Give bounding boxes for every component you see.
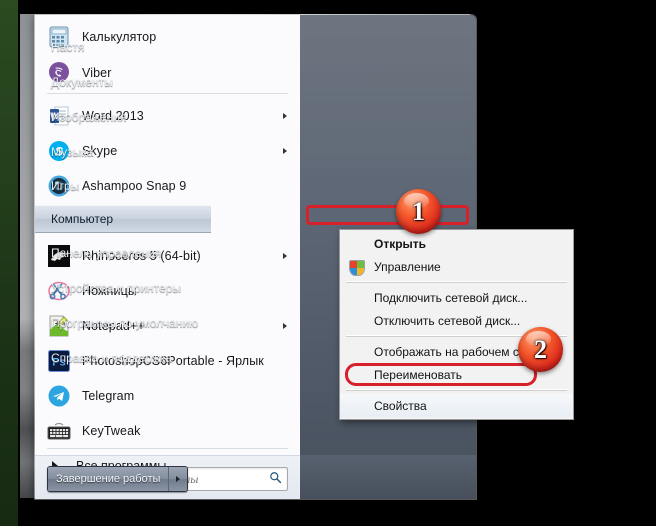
computer-context-menu: Открыть Управление Подключить сетевой ди…: [339, 229, 574, 420]
no-icon: [348, 313, 366, 329]
right-item-pictures[interactable]: Изображения: [35, 101, 211, 132]
no-icon: [348, 344, 366, 360]
program-item-telegram[interactable]: Telegram: [35, 378, 300, 413]
chevron-right-icon: [176, 476, 181, 482]
shutdown-options-arrow[interactable]: [168, 467, 188, 491]
right-item-label: Устройства и принтеры: [51, 280, 181, 295]
context-item-label: Свойства: [374, 398, 427, 413]
badge-number: 2: [534, 334, 547, 364]
right-item-user[interactable]: Настя: [35, 31, 211, 62]
context-item-label: Открыть: [374, 236, 427, 251]
context-item-open[interactable]: Открыть: [340, 232, 573, 255]
context-menu-separator: [346, 281, 567, 283]
all-programs-separator: [47, 448, 288, 449]
start-menu-shutdown-area: [300, 455, 476, 499]
keytweak-icon: [47, 419, 71, 443]
right-item-label: Настя: [51, 39, 85, 54]
chevron-right-icon: [283, 252, 287, 259]
right-item-label: Справка и поддержка: [51, 350, 172, 365]
context-item-label: Отключить сетевой диск...: [374, 313, 521, 328]
shutdown-button[interactable]: Завершение работы: [47, 466, 189, 492]
context-item-label: Подключить сетевой диск...: [374, 290, 528, 305]
program-label: KeyTweak: [82, 423, 141, 438]
program-label: Telegram: [82, 388, 135, 403]
uac-shield-icon: [348, 259, 366, 276]
screenshot-frame: Калькулятор Viber W Word 2013 S Skype As…: [0, 0, 656, 526]
right-panel-separator: [47, 167, 199, 168]
right-item-label: Программы по умолчанию: [51, 315, 199, 330]
left-green-border: [0, 0, 18, 526]
right-item-label: Игры: [51, 178, 80, 193]
chevron-right-icon: [283, 322, 287, 329]
no-icon: [348, 398, 366, 414]
right-item-devices-printers[interactable]: Устройства и принтеры: [35, 272, 211, 303]
context-item-label: Управление: [374, 259, 441, 274]
right-item-documents[interactable]: Документы: [35, 66, 211, 97]
context-item-map-network-drive[interactable]: Подключить сетевой диск...: [340, 286, 573, 309]
program-item-keytweak[interactable]: KeyTweak: [35, 413, 300, 448]
context-menu-separator: [346, 389, 567, 391]
context-item-properties[interactable]: Свойства: [340, 394, 573, 417]
telegram-icon: [47, 384, 71, 408]
no-icon: [348, 290, 366, 306]
annotation-highlight-computer: [306, 205, 469, 225]
right-item-label: Изображения: [51, 109, 127, 124]
right-item-games[interactable]: Игры: [35, 170, 211, 201]
context-item-manage[interactable]: Управление: [340, 255, 573, 278]
right-item-label: Документы: [51, 74, 113, 89]
search-icon[interactable]: [266, 471, 284, 487]
right-item-label: Компьютер: [51, 212, 114, 226]
chevron-right-icon: [283, 112, 287, 119]
annotation-badge-2: 2: [518, 327, 563, 372]
chevron-right-icon: [283, 147, 287, 154]
right-item-label: Музыка: [51, 144, 94, 159]
annotation-badge-1: 1: [396, 189, 441, 234]
right-item-music[interactable]: Музыка: [35, 136, 211, 167]
right-item-control-panel[interactable]: Панель управления: [35, 237, 211, 268]
right-item-computer[interactable]: Компьютер: [35, 205, 211, 233]
shutdown-label[interactable]: Завершение работы: [48, 467, 169, 491]
right-item-label: Панель управления: [51, 245, 162, 260]
no-icon: [348, 236, 366, 252]
annotation-highlight-properties: [345, 363, 537, 386]
right-item-default-programs[interactable]: Программы по умолчанию: [35, 307, 211, 338]
badge-number: 1: [412, 196, 425, 226]
right-item-help-support[interactable]: Справка и поддержка: [35, 342, 211, 373]
